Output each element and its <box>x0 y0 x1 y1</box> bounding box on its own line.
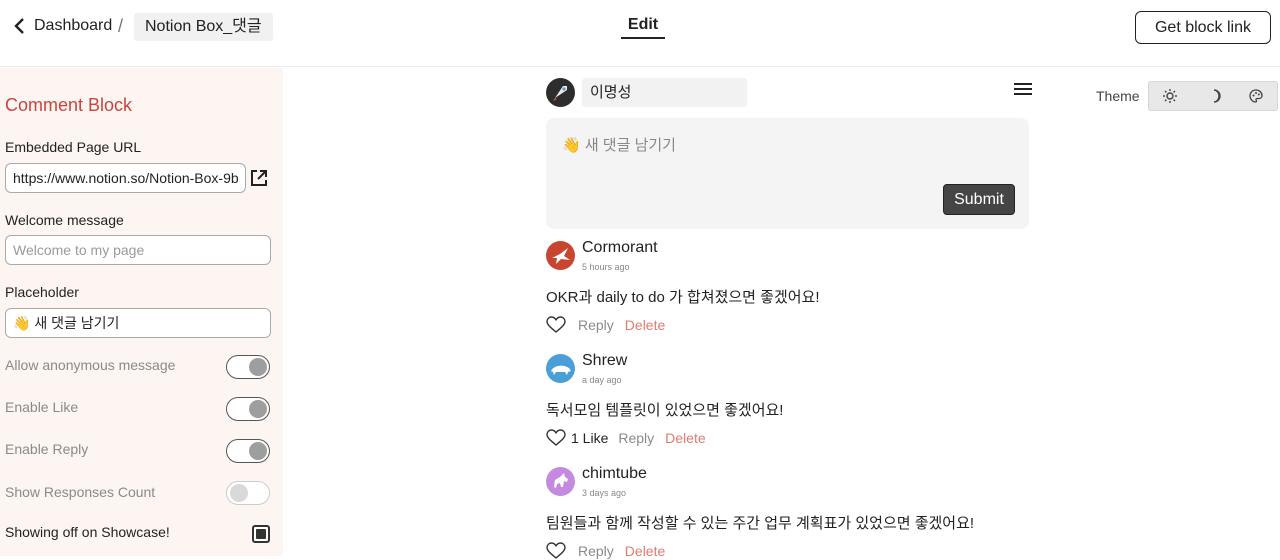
comment-time: 5 hours ago <box>582 262 630 272</box>
breadcrumb-separator: / <box>118 16 124 36</box>
theme-dark-button[interactable] <box>1192 82 1235 110</box>
open-external-icon[interactable] <box>249 168 269 188</box>
welcome-input[interactable]: Welcome to my page <box>5 235 271 265</box>
toggle-reply[interactable] <box>226 439 270 463</box>
get-block-link-button[interactable]: Get block link <box>1135 11 1271 44</box>
bird-icon <box>552 248 570 264</box>
toggle-knob <box>249 358 267 376</box>
theme-light-button[interactable] <box>1149 82 1192 110</box>
like-count: 1 Like <box>571 430 609 446</box>
top-bar: Dashboard / Notion Box_댓글 Edit Get block… <box>0 0 1280 67</box>
toggle-knob <box>230 484 248 502</box>
showcase-checkbox[interactable] <box>252 525 270 543</box>
breadcrumb-page-name[interactable]: Notion Box_댓글 <box>134 13 273 41</box>
toggle-label-reply: Enable Reply <box>5 441 89 457</box>
comment-time: 3 days ago <box>582 488 627 498</box>
comment-text: 독서모임 템플릿이 있었으면 좋겠어요! <box>546 402 784 419</box>
comment-actions: 1 Like Reply Delete <box>546 429 706 447</box>
comment-author: Cormorant <box>582 239 658 256</box>
breadcrumb-dashboard-label: Dashboard <box>34 17 113 34</box>
placeholder-label: Placeholder <box>5 284 79 300</box>
comment-time: a day ago <box>582 375 622 385</box>
showcase-label: Showing off on Showcase! <box>5 524 170 540</box>
heart-icon[interactable] <box>546 316 566 334</box>
delete-link[interactable]: Delete <box>665 430 705 446</box>
toggle-label-like: Enable Like <box>5 399 79 415</box>
toggle-knob <box>249 400 267 418</box>
toggle-anonymous[interactable] <box>226 355 270 379</box>
rocket-icon <box>553 86 567 101</box>
heart-icon[interactable] <box>546 429 566 447</box>
hamburger-menu-icon[interactable] <box>1014 83 1032 97</box>
comment-text: 팀원들과 함께 작성할 수 있는 주간 업무 계획표가 있었으면 좋겠어요! <box>546 515 975 532</box>
comment-author: Shrew <box>582 352 628 369</box>
commenter-name-input[interactable]: 이명성 <box>582 78 747 107</box>
toggle-label-anonymous: Allow anonymous message <box>5 357 176 373</box>
comment-avatar <box>546 467 575 496</box>
url-label: Embedded Page URL <box>5 139 142 155</box>
comment-actions: Reply Delete <box>546 316 665 334</box>
chevron-left-icon <box>14 18 24 34</box>
theme-label: Theme <box>1096 88 1140 104</box>
comment-actions: Reply Delete <box>546 542 665 560</box>
delete-link[interactable]: Delete <box>625 543 665 559</box>
heart-icon[interactable] <box>546 542 566 560</box>
comment-author: chimtube <box>582 465 647 482</box>
reply-link[interactable]: Reply <box>578 317 614 333</box>
comment-composer[interactable]: 👋 새 댓글 남기기 Submit <box>546 118 1029 229</box>
comment-input-placeholder[interactable]: 👋 새 댓글 남기기 <box>562 134 676 155</box>
moon-icon <box>1213 89 1221 103</box>
tab-edit[interactable]: Edit <box>621 16 665 39</box>
welcome-label: Welcome message <box>5 212 124 228</box>
theme-switcher <box>1148 81 1278 111</box>
theme-custom-button[interactable] <box>1234 82 1277 110</box>
palette-icon <box>1249 89 1263 103</box>
reply-link[interactable]: Reply <box>578 543 614 559</box>
toggle-like[interactable] <box>226 397 270 421</box>
back-to-dashboard-link[interactable]: Dashboard <box>12 16 112 36</box>
unicorn-icon <box>554 473 568 488</box>
delete-link[interactable]: Delete <box>625 317 665 333</box>
placeholder-input[interactable]: 👋 새 댓글 남기기 <box>5 308 271 338</box>
comment-avatar <box>546 354 575 383</box>
settings-panel: Comment Block Embedded Page URL https://… <box>0 68 283 556</box>
panel-title: Comment Block <box>5 95 133 115</box>
user-avatar <box>546 78 575 107</box>
shrew-icon <box>551 365 571 375</box>
comment-text: OKR과 daily to do 가 합쳐졌으면 좋겠어요! <box>546 289 820 306</box>
toggle-knob <box>249 442 267 460</box>
reply-link[interactable]: Reply <box>618 430 654 446</box>
comment-avatar <box>546 241 575 270</box>
toggle-label-responses-count: Show Responses Count <box>5 484 156 500</box>
url-input[interactable]: https://www.notion.so/Notion-Box-9b <box>5 163 246 193</box>
toggle-responses-count[interactable] <box>226 481 270 505</box>
submit-button[interactable]: Submit <box>943 184 1015 215</box>
sun-icon <box>1163 89 1178 103</box>
